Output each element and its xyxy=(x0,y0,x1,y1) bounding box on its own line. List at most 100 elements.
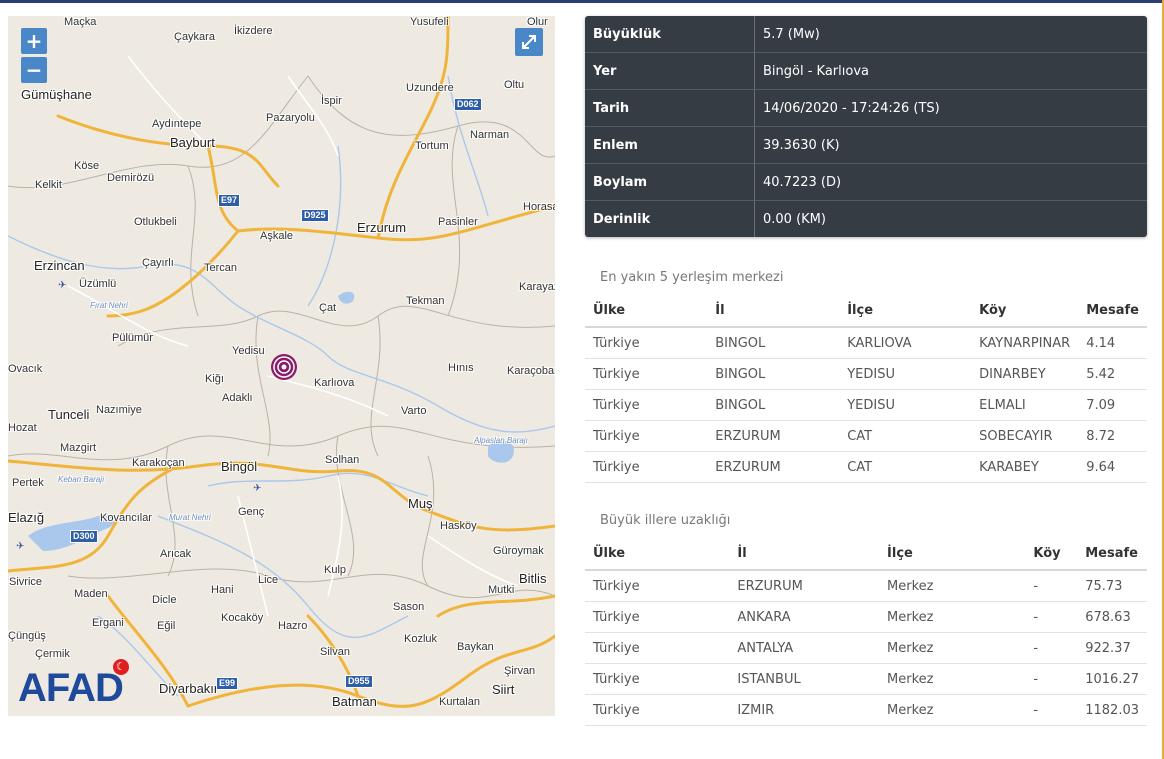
info-row: Tarih 14/06/2020 - 17:24:26 (TS) xyxy=(585,89,1147,127)
table-cell: Türkiye xyxy=(585,451,708,483)
place-label: Karakoçan xyxy=(132,457,185,469)
place-label: Aydıntepe xyxy=(152,118,202,130)
info-value: 14/06/2020 - 17:24:26 (TS) xyxy=(754,89,1147,127)
place-label: Hani xyxy=(211,584,234,596)
place-label: Tekman xyxy=(406,295,445,307)
place-label: Köse xyxy=(74,160,100,172)
table-cell: ERZURUM xyxy=(707,420,840,452)
svg-text:✈: ✈ xyxy=(253,483,261,494)
road-shield: D062 xyxy=(454,98,482,111)
place-label: Tercan xyxy=(204,262,238,274)
epicenter-marker xyxy=(271,354,297,380)
info-key: Tarih xyxy=(585,89,755,127)
place-label: Çüngüş xyxy=(8,630,46,642)
place-label: Kiğı xyxy=(205,373,224,385)
table-cell: 4.14 xyxy=(1078,327,1147,359)
info-row: Büyüklük 5.7 (Mw) xyxy=(585,16,1147,53)
info-value: 5.7 (Mw) xyxy=(754,16,1147,53)
table-cell: Türkiye xyxy=(585,358,708,390)
place-label: Ovacık xyxy=(8,363,43,375)
table-cell: Merkez xyxy=(879,663,1026,695)
table-cell: ANKARA xyxy=(729,601,880,633)
place-label: Kulp xyxy=(324,564,347,576)
svg-text:✈: ✈ xyxy=(16,541,24,552)
table-cell: KARLIOVA xyxy=(839,327,972,359)
place-label: İkizdere xyxy=(234,25,273,37)
place-label: Çat xyxy=(319,302,337,314)
table-cell: CAT xyxy=(839,420,972,452)
place-label: Kelkit xyxy=(35,179,62,191)
svg-text:✈: ✈ xyxy=(58,280,66,291)
place-label: Tunceli xyxy=(48,407,90,422)
table-cell: BINGOL xyxy=(707,389,840,421)
table-cell: Türkiye xyxy=(585,663,730,695)
table-cell: - xyxy=(1025,632,1078,664)
table-header-row: Ülke İl İlçe Köy Mesafe xyxy=(585,295,1147,328)
big-cities-distance-table: Ülke İl İlçe Köy Mesafe Türkiye ERZURUM Merkez -… xyxy=(585,538,1147,726)
table-cell: IZMIR xyxy=(729,694,880,726)
place-label: Aşkale xyxy=(260,230,294,242)
place-label: Pasinler xyxy=(438,216,478,228)
table-cell: Türkiye xyxy=(585,327,708,359)
road-shield: D955 xyxy=(345,675,373,688)
info-value: 0.00 (KM) xyxy=(763,211,826,227)
place-label: Muş xyxy=(408,496,433,511)
place-label: Güroymak xyxy=(493,545,544,557)
earthquake-map[interactable]: ✈ ✈ ✈ Maçka Çaykara İkizdere Yusufeli Olur Gü… xyxy=(8,16,555,716)
place-label: Hınıs xyxy=(448,362,474,374)
place-label: Oltu xyxy=(504,79,525,91)
place-label: Kocaköy xyxy=(221,612,264,624)
place-label: Hozat xyxy=(8,422,37,434)
table-cell: 75.73 xyxy=(1077,570,1147,602)
info-key: Enlem xyxy=(585,126,755,164)
place-label: Uzundere xyxy=(406,82,454,94)
place-label: Hazro xyxy=(278,620,308,632)
place-label: Narman xyxy=(470,129,510,141)
table-header-row: Ülke İl İlçe Köy Mesafe xyxy=(585,538,1147,571)
place-label: Bayburt xyxy=(170,135,215,150)
place-label: Siirt xyxy=(492,682,515,697)
place-label: Eğil xyxy=(157,620,176,632)
place-label: Erzurum xyxy=(357,220,407,235)
table-row: Türkiye BINGOL YEDISU ELMALI 7.09 xyxy=(585,389,1147,421)
zoom-out-button[interactable]: − xyxy=(21,57,47,83)
table-cell: ISTANBUL xyxy=(729,663,880,695)
place-label: Solhan xyxy=(325,454,360,466)
nearest-settlements-table: Ülke İl İlçe Köy Mesafe Türkiye BINGOL KARLIOVA… xyxy=(585,295,1147,483)
info-value: 39.3630 (K) xyxy=(754,126,1147,164)
place-label: Şirvan xyxy=(504,665,536,677)
place-label: Silvan xyxy=(320,646,350,658)
info-row: Yer Bingöl - Karlıova xyxy=(585,52,1147,90)
table-cell: Türkiye xyxy=(585,632,730,664)
table-row: Türkiye ERZURUM CAT KARABEY 9.64 xyxy=(585,451,1147,483)
place-label: Karayazı xyxy=(519,281,555,293)
column-header: Ülke xyxy=(585,295,708,328)
fullscreen-button[interactable] xyxy=(515,28,543,56)
expand-arrows-icon xyxy=(522,35,536,49)
info-key: Yer xyxy=(585,52,755,90)
place-label: Olur xyxy=(527,16,548,28)
place-label: Diyarbakır xyxy=(159,681,219,696)
table-row: Türkiye BINGOL KARLIOVA KAYNARPINAR 4.14 xyxy=(585,327,1147,359)
table-cell: ELMALI xyxy=(971,389,1079,421)
table-row: Türkiye ANTALYA Merkez -922.37 xyxy=(585,632,1147,664)
place-label: Yusufeli xyxy=(410,16,449,28)
table-cell: Türkiye xyxy=(585,694,730,726)
table-cell: 1182.03 xyxy=(1077,694,1147,726)
place-label: Çermik xyxy=(35,648,70,660)
place-label: Horasan xyxy=(523,201,555,213)
table-cell: 8.72 xyxy=(1078,420,1147,452)
earthquake-info-table: Büyüklük 5.7 (Mw) Yer Bingöl - Karlıova Tari… xyxy=(585,16,1147,237)
table-cell: Merkez xyxy=(879,632,1026,664)
info-value: 40.7223 (D) xyxy=(754,163,1147,201)
zoom-in-button[interactable]: + xyxy=(21,28,47,54)
place-label: Varto xyxy=(401,405,427,417)
place-label: Dicle xyxy=(152,594,177,606)
table-cell: ERZURUM xyxy=(707,451,840,483)
table-cell: BINGOL xyxy=(707,358,840,390)
column-header: İlçe xyxy=(839,295,972,328)
place-label: Elazığ xyxy=(8,510,45,525)
column-header: İlçe xyxy=(879,538,1026,571)
table-cell: KAYNARPINAR xyxy=(971,327,1079,359)
table-row: Türkiye ANKARA Merkez -678.63 xyxy=(585,601,1147,633)
